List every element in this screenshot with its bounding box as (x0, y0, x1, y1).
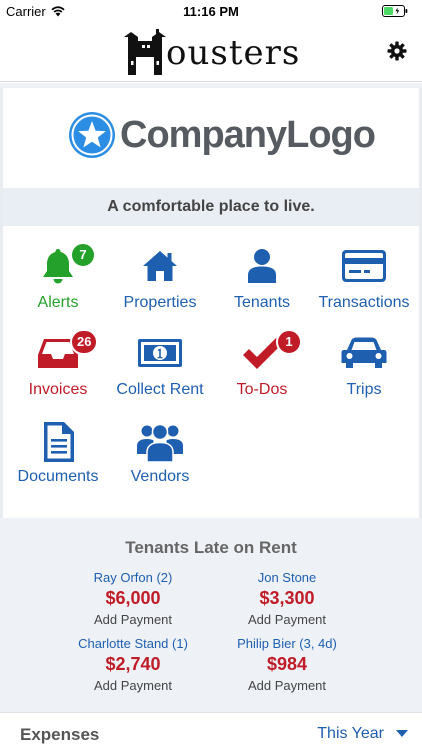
tile-properties[interactable]: Properties (108, 244, 212, 324)
navigation-bar: ousters (0, 22, 422, 82)
chevron-down-icon (396, 730, 408, 737)
app-title: ousters (166, 33, 301, 73)
invoices-count-badge: 26 (70, 329, 99, 355)
tile-label: Alerts (37, 294, 79, 311)
expenses-title: Expenses (20, 725, 100, 744)
app-title-logo: ousters (122, 28, 300, 78)
battery-icon (382, 5, 408, 17)
tagline-band: A comfortable place to live. (3, 188, 419, 226)
company-logo-text: CompanyLogo (120, 113, 376, 156)
person-icon (248, 249, 276, 283)
tile-tenants[interactable]: Tenants (210, 244, 314, 324)
add-payment-link[interactable]: Add Payment (192, 678, 382, 693)
credit-card-icon (342, 250, 386, 282)
amount-due: $3,300 (259, 588, 315, 608)
tile-transactions[interactable]: Transactions (312, 244, 416, 324)
tile-vendors[interactable]: Vendors (108, 418, 212, 498)
gear-icon[interactable] (387, 41, 407, 61)
tenant-name-link[interactable]: Philip Bier (3, 4d) (192, 636, 382, 651)
group-icon (137, 423, 183, 463)
alerts-count-badge: 7 (70, 242, 96, 268)
tile-label: Documents (17, 468, 99, 485)
tile-documents[interactable]: Documents (6, 418, 110, 498)
amount-due: $984 (266, 654, 308, 674)
house-letter-h-icon (124, 29, 166, 75)
tile-alerts[interactable]: 7 Alerts (6, 242, 110, 324)
tile-label: Tenants (233, 294, 291, 311)
tile-trips[interactable]: Trips (312, 331, 416, 411)
tile-label: Invoices (28, 381, 88, 398)
expenses-period-select[interactable]: This Year (317, 725, 408, 743)
tenant-name-link[interactable]: Jon Stone (192, 570, 382, 585)
tagline: A comfortable place to live. (107, 198, 315, 215)
tile-to-dos[interactable]: 1 To-Dos (210, 329, 314, 411)
late-tenant-entry: Philip Bier (3, 4d) $984 Add Payment (192, 636, 382, 693)
document-icon (44, 422, 74, 462)
to-dos-count-badge: 1 (276, 329, 302, 355)
tile-collect-rent[interactable]: Collect Rent (108, 331, 212, 411)
expenses-header: Expenses This Year (0, 712, 422, 750)
car-icon (341, 337, 387, 368)
tile-invoices[interactable]: 26 Invoices (6, 329, 110, 411)
company-logo: CompanyLogo (68, 110, 376, 160)
clock: 11:16 PM (183, 4, 239, 19)
banknote-icon (138, 339, 182, 367)
tile-label: Vendors (130, 468, 190, 485)
tile-label: Properties (123, 294, 197, 311)
tile-label: Trips (346, 381, 382, 398)
expenses-period-value: This Year (317, 725, 384, 742)
tile-label: Transactions (318, 294, 410, 311)
late-tenant-entry: Jon Stone $3,300 Add Payment (192, 570, 382, 627)
status-bar: Carrier 11:16 PM (0, 0, 422, 22)
tile-label: Collect Rent (116, 381, 204, 398)
late-rent-title: Tenants Late on Rent (125, 538, 297, 557)
tile-label: To-Dos (236, 381, 288, 398)
star-circle-icon (69, 112, 115, 158)
house-icon (143, 251, 177, 281)
add-payment-link[interactable]: Add Payment (192, 612, 382, 627)
